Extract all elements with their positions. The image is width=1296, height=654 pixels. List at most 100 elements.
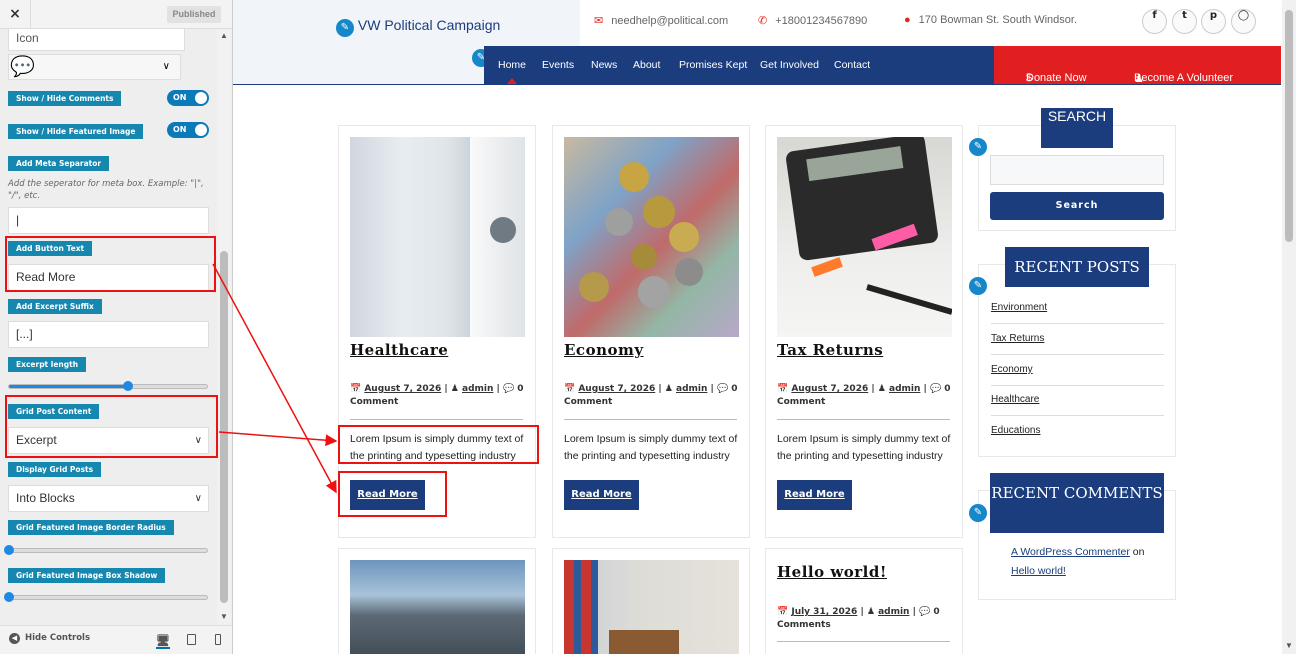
post-image[interactable] — [350, 560, 525, 654]
excerpt-suffix-input[interactable]: [...] — [8, 321, 209, 348]
post-card-hello-world: Hello world! 📅 July 31, 2026 | ♟ admin |… — [765, 548, 963, 654]
post-image[interactable] — [777, 137, 952, 337]
post-card-healthcare: Healthcare 📅 August 7, 2026 | ♟ admin | … — [338, 125, 536, 538]
slider-thumb[interactable] — [122, 381, 133, 391]
excerpt-length-slider[interactable] — [8, 381, 208, 391]
nav-news[interactable]: News — [591, 59, 617, 71]
box-shadow-slider[interactable] — [4, 592, 208, 602]
grid-content-select[interactable]: Excerpt ∨ — [8, 427, 209, 454]
icon-select[interactable]: 💬 ∨ — [8, 54, 181, 80]
volunteer-label: Become A Volunteer — [1134, 72, 1234, 84]
hide-controls-button[interactable]: ◀ Hide Controls — [9, 633, 90, 644]
instagram-icon[interactable]: ◯ — [1231, 9, 1256, 34]
post-excerpt: Lorem Ipsum is simply dummy text of the … — [777, 433, 951, 462]
post-author[interactable]: admin — [462, 384, 493, 394]
toggle-state: ON — [173, 93, 187, 102]
post-title[interactable]: Economy — [564, 341, 644, 359]
panel-footer: ◀ Hide Controls 🖥 — [0, 625, 232, 654]
border-radius-slider[interactable] — [4, 545, 208, 555]
scroll-thumb[interactable] — [220, 251, 228, 603]
slider-thumb[interactable] — [4, 545, 14, 555]
tablet-preview-icon[interactable] — [187, 634, 196, 645]
display-grid-select[interactable]: Into Blocks ∨ — [8, 485, 209, 512]
read-more-button[interactable]: Read More — [564, 480, 639, 510]
post-image[interactable] — [564, 560, 739, 654]
meta-separator-label: Add Meta Separator — [8, 156, 110, 171]
post-title[interactable]: Healthcare — [350, 341, 448, 359]
desktop-preview-icon[interactable]: 🖥 — [156, 634, 170, 649]
button-text-input[interactable]: Read More — [8, 264, 209, 291]
post-card-mountains — [338, 548, 536, 654]
twitter-icon[interactable]: t — [1172, 9, 1197, 34]
shelf-image-detail — [609, 630, 679, 654]
panel-scrollbar[interactable]: ▲ ▼ — [217, 29, 231, 625]
post-author[interactable]: admin — [878, 607, 909, 617]
nav-about[interactable]: About — [633, 59, 660, 71]
scroll-thumb[interactable] — [1285, 10, 1293, 242]
edit-pencil-icon[interactable]: ✎ — [969, 504, 987, 522]
scroll-down-icon[interactable]: ▼ — [220, 612, 228, 621]
recent-post-link[interactable]: Educations — [991, 425, 1040, 436]
facebook-icon[interactable]: f — [1142, 9, 1167, 34]
post-date[interactable]: July 31, 2026 — [791, 607, 857, 617]
preview-scrollbar[interactable]: ▼ — [1282, 0, 1296, 654]
post-excerpt: Lorem Ipsum is simply dummy text of the … — [564, 433, 738, 462]
mobile-preview-icon[interactable] — [215, 634, 221, 645]
post-author[interactable]: admin — [676, 384, 707, 394]
scroll-up-icon[interactable]: ▲ — [220, 31, 228, 40]
email-text: needhelp@political.com — [611, 15, 729, 27]
meta-separator-input[interactable]: | — [8, 207, 209, 234]
comments-icon: 💬 — [10, 56, 35, 78]
donate-label: Donate Now — [1026, 72, 1087, 84]
recent-post-link[interactable]: Healthcare — [991, 394, 1039, 405]
chevron-down-icon: ∨ — [194, 493, 202, 504]
post-card-economy: Economy 📅 August 7, 2026 | ♟ admin | 💬 0… — [552, 125, 750, 538]
nav-promises-kept[interactable]: Promises Kept — [679, 59, 747, 71]
read-more-button[interactable]: Read More — [777, 480, 852, 510]
icon-field[interactable]: Icon — [8, 29, 185, 51]
stethoscope-image-detail — [490, 217, 516, 243]
divider — [777, 641, 950, 642]
edit-pencil-icon[interactable]: ✎ — [969, 138, 987, 156]
post-title[interactable]: Hello world! — [777, 563, 887, 581]
slider-thumb[interactable] — [4, 592, 14, 602]
post-image[interactable] — [350, 137, 525, 337]
nav-events[interactable]: Events — [542, 59, 574, 71]
pinterest-icon[interactable]: p — [1201, 9, 1226, 34]
edit-pencil-icon[interactable]: ✎ — [969, 277, 987, 295]
nav-get-involved[interactable]: Get Involved — [760, 59, 819, 71]
search-button[interactable]: Search — [990, 192, 1164, 220]
post-image[interactable] — [564, 137, 739, 337]
slider-fill — [9, 385, 128, 388]
binders-image-detail — [564, 560, 598, 654]
scroll-down-icon[interactable]: ▼ — [1285, 641, 1293, 650]
show-featured-toggle[interactable]: ON — [167, 122, 209, 138]
post-date[interactable]: August 7, 2026 — [364, 384, 441, 394]
comment-post-link[interactable]: Hello world! — [1011, 565, 1066, 577]
search-input[interactable] — [990, 155, 1164, 185]
border-radius-label: Grid Featured Image Border Radius — [8, 520, 174, 535]
post-date[interactable]: August 7, 2026 — [578, 384, 655, 394]
read-more-button[interactable]: Read More — [350, 480, 425, 510]
post-card-office — [552, 548, 750, 654]
nav-home[interactable]: Home — [498, 59, 526, 71]
grid-content-label: Grid Post Content — [8, 404, 100, 419]
comment-author-link[interactable]: A WordPress Commenter — [1011, 546, 1130, 558]
contact-email[interactable]: ✉ needhelp@political.com — [594, 14, 728, 27]
recent-post-link[interactable]: Economy — [991, 364, 1033, 375]
close-icon[interactable]: × — [0, 0, 31, 29]
cta-bar: $ Donate Now ♟ Become A Volunteer — [994, 46, 1281, 85]
recent-post-link[interactable]: Tax Returns — [991, 333, 1044, 344]
post-title[interactable]: Tax Returns — [777, 341, 883, 359]
phone-icon: ✆ — [758, 15, 768, 27]
post-author[interactable]: admin — [889, 384, 920, 394]
chevron-down-icon: ∨ — [194, 435, 202, 446]
show-comments-toggle[interactable]: ON — [167, 90, 209, 106]
recent-post-link[interactable]: Environment — [991, 302, 1047, 313]
published-button[interactable]: Published — [167, 6, 221, 23]
edit-pencil-icon[interactable]: ✎ — [336, 19, 354, 37]
nav-contact[interactable]: Contact — [834, 59, 870, 71]
site-logo[interactable]: ✎ VW Political Campaign — [336, 17, 500, 37]
contact-phone[interactable]: ✆ +18001234567890 — [758, 14, 867, 27]
post-date[interactable]: August 7, 2026 — [791, 384, 868, 394]
